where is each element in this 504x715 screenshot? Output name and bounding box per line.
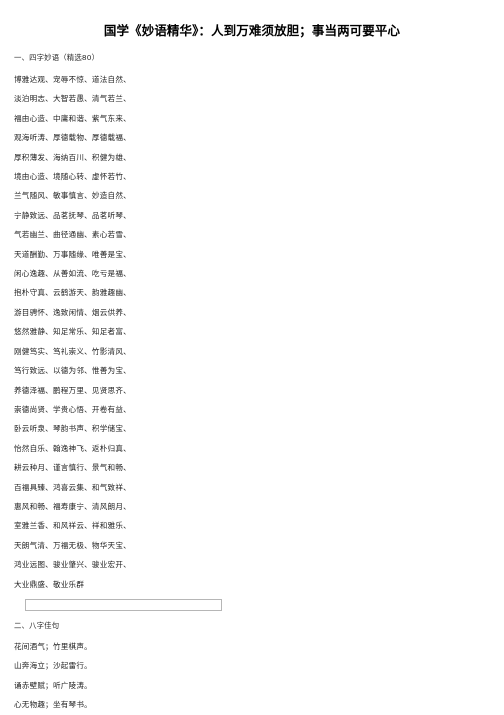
phrase-line: 天朗气清、万福无极、物华天宝、	[14, 540, 131, 550]
phrase-line: 抱朴守真、云鹤游天、韵雅趣幽、	[14, 288, 131, 298]
phrase-line: 境由心造、境随心转、虚怀若竹、	[14, 172, 131, 182]
phrase-line: 游目骋怀、逸致闲情、烟云供养、	[14, 307, 131, 317]
phrase-line: 闲心逸趣、从善如流、吃亏是福、	[14, 269, 131, 279]
phrase-line: 悠然雅静、知足常乐、知足者富、	[14, 327, 131, 337]
phrase-line: 兰气随风、敏事慎言、妙造自然、	[14, 191, 131, 201]
phrase-line: 刚健笃实、笃礼崇义、竹影清风、	[14, 346, 131, 356]
phrase-line: 福由心造、中庸和谐、紫气东来、	[14, 113, 131, 123]
document-page: 国学《妙语精华》：人到万难须放胆；事当两可要平心 一、四字妙语（精选80） 博雅…	[0, 0, 504, 713]
eight-character-couplet-list: 花间酒气；竹里棋声。 山奔海立；沙起雷行。 诵赤壁赋；听广陵涛。 心无物趣；坐有…	[14, 636, 490, 715]
phrase-line: 卧云听泉、琴韵书声、积学储宝、	[14, 424, 131, 434]
couplet-line: 心无物趣；坐有琴书。	[14, 700, 92, 710]
inline-box-container	[14, 594, 490, 615]
phrase-line: 养德泽福、鹏程万里、见贤思齐、	[14, 385, 131, 395]
empty-bordered-box[interactable]	[25, 598, 222, 611]
phrase-line: 厚积薄发、海纳百川、积健为雄、	[14, 152, 131, 162]
phrase-line: 惠风和畅、福寿康宁、清风朗月、	[14, 501, 131, 511]
phrase-line: 笃行致远、以德为邻、惟善为宝、	[14, 366, 131, 376]
phrase-line: 崇德尚贤、学贵心悟、开卷有益、	[14, 404, 131, 414]
section-two-heading: 二、八字佳句	[14, 620, 60, 630]
couplet-line: 诵赤壁赋；听广陵涛。	[14, 680, 92, 690]
phrase-line: 鸿业远图、骏业肇兴、骏业宏开、	[14, 560, 131, 570]
phrase-line: 淡泊明志、大智若愚、清气若兰、	[14, 94, 131, 104]
phrase-line: 大业鼎盛、敬业乐群	[14, 579, 85, 589]
phrase-line: 博雅达观、宠辱不惊、道法自然、	[14, 75, 131, 84]
couplet-line: 山奔海立；沙起雷行。	[14, 661, 92, 671]
page-title: 国学《妙语精华》：人到万难须放胆；事当两可要平心	[103, 23, 401, 38]
phrase-line: 宁静致远、品茗抚琴、品茗听琴、	[14, 210, 131, 220]
phrase-line: 怡然自乐、翰逸神飞、返朴归真、	[14, 443, 131, 453]
document-body: 一、四字妙语（精选80） 博雅达观、宠辱不惊、道法自然、 淡泊明志、大智若愚、清…	[0, 48, 504, 715]
phrase-line: 天道酬勤、万事随缘、唯善是宝、	[14, 249, 131, 259]
four-character-phrase-list: 博雅达观、宠辱不惊、道法自然、 淡泊明志、大智若愚、清气若兰、 福由心造、中庸和…	[14, 68, 490, 594]
phrase-line: 耕云种月、谨言慎行、景气和畅、	[14, 463, 131, 473]
phrase-line: 百福具臻、鸿喜云集、和气致祥、	[14, 482, 131, 492]
phrase-line: 观海听涛、厚德载物、厚德载福、	[14, 133, 131, 143]
section-one-heading: 一、四字妙语（精选80）	[14, 53, 100, 62]
phrase-line: 室雅兰香、和风祥云、祥和雅乐、	[14, 521, 131, 531]
phrase-line: 气若幽兰、曲径通幽、素心若雪、	[14, 230, 131, 240]
couplet-line: 花间酒气；竹里棋声。	[14, 641, 92, 651]
